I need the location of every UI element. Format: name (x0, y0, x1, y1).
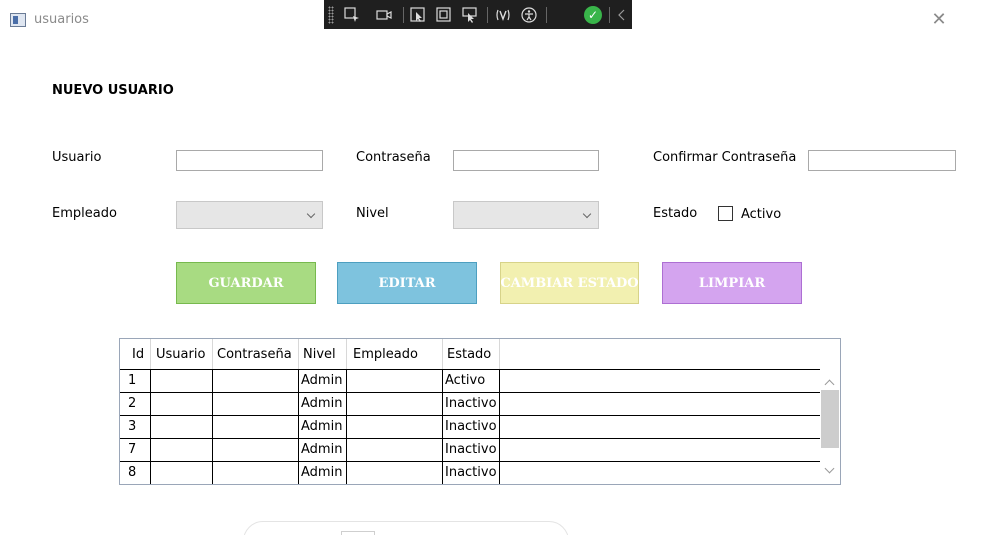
track-focus-icon[interactable] (462, 7, 478, 23)
record-icon[interactable] (376, 7, 392, 23)
cell-empleado (347, 370, 443, 392)
layout-icon[interactable] (436, 7, 452, 23)
column-header-id[interactable]: Id (132, 347, 144, 362)
table-row[interactable]: 7 Admin Inactivo (120, 438, 500, 461)
guardar-button[interactable]: GUARDAR (176, 262, 316, 304)
table-row[interactable]: 3 Admin Inactivo (120, 415, 500, 438)
usuario-input[interactable] (176, 150, 323, 171)
cell-nivel: Admin (299, 416, 347, 438)
window-title: usuarios (34, 12, 89, 27)
scroll-up-icon[interactable] (824, 379, 835, 390)
hot-reload-icon[interactable] (495, 7, 511, 23)
cell-id: 3 (120, 416, 151, 438)
cell-estado: Inactivo (443, 462, 500, 484)
cell-nivel: Admin (299, 370, 347, 392)
cell-id: 8 (120, 462, 151, 484)
cell-nivel: Admin (299, 393, 347, 415)
drag-grip-icon[interactable] (328, 6, 334, 24)
table-header: Id Usuario Contraseña Nivel Empleado Est… (120, 339, 822, 369)
cell-usuario (151, 439, 213, 461)
cell-contrasena (213, 462, 299, 484)
cell-estado: Inactivo (443, 393, 500, 415)
activo-checkbox[interactable] (718, 206, 733, 221)
cell-id: 2 (120, 393, 151, 415)
bottom-pager-control[interactable] (243, 521, 569, 535)
column-header-nivel[interactable]: Nivel (303, 347, 336, 362)
contrasena-input[interactable] (453, 150, 599, 171)
cambiar-estado-button[interactable]: CAMBIAR ESTADO (500, 262, 639, 304)
cell-nivel: Admin (299, 462, 347, 484)
cell-id: 1 (120, 370, 151, 392)
editar-button[interactable]: EDITAR (337, 262, 477, 304)
table-vertical-scrollbar[interactable] (820, 369, 840, 484)
usuario-label: Usuario (52, 150, 102, 165)
estado-label: Estado (653, 206, 698, 221)
cell-usuario (151, 393, 213, 415)
cell-contrasena (213, 370, 299, 392)
contrasena-label: Contraseña (356, 150, 431, 165)
cell-contrasena (213, 393, 299, 415)
cell-contrasena (213, 439, 299, 461)
limpiar-button[interactable]: LIMPIAR (662, 262, 802, 304)
cell-empleado (347, 393, 443, 415)
cell-nivel: Admin (299, 439, 347, 461)
status-ok-icon: ✓ (584, 6, 602, 24)
chevron-down-icon (582, 209, 592, 219)
pager-field[interactable] (341, 531, 375, 535)
cell-usuario (151, 462, 213, 484)
scroll-thumb[interactable] (821, 390, 839, 448)
table-row[interactable]: 1 Admin Activo (120, 369, 500, 392)
page-title: NUEVO USUARIO (52, 83, 174, 98)
empleado-select[interactable] (176, 201, 323, 229)
close-icon[interactable]: ✕ (929, 10, 949, 30)
confirmar-contrasena-input[interactable] (808, 150, 956, 171)
cell-usuario (151, 370, 213, 392)
usuarios-table[interactable]: Id Usuario Contraseña Nivel Empleado Est… (119, 338, 841, 485)
table-row[interactable]: 2 Admin Inactivo (120, 392, 500, 415)
pointer-icon[interactable] (410, 7, 426, 23)
table-row[interactable]: 8 Admin Inactivo (120, 461, 500, 484)
column-header-estado[interactable]: Estado (447, 347, 491, 362)
cell-id: 7 (120, 439, 151, 461)
column-header-empleado[interactable]: Empleado (353, 347, 418, 362)
empleado-label: Empleado (52, 206, 117, 221)
cell-estado: Inactivo (443, 416, 500, 438)
activo-label[interactable]: Activo (741, 207, 781, 222)
column-header-contrasena[interactable]: Contraseña (217, 347, 292, 362)
column-header-usuario[interactable]: Usuario (156, 347, 205, 362)
cell-usuario (151, 416, 213, 438)
nivel-select[interactable] (453, 201, 599, 229)
xaml-debug-toolbar: ✓ (324, 0, 632, 29)
accessibility-icon[interactable] (521, 7, 537, 23)
cell-contrasena (213, 416, 299, 438)
cell-empleado (347, 416, 443, 438)
nivel-label: Nivel (356, 206, 389, 221)
app-window-icon (10, 13, 26, 27)
collapse-icon[interactable] (614, 7, 630, 23)
scroll-down-icon[interactable] (824, 463, 835, 474)
select-element-icon[interactable] (344, 7, 360, 23)
chevron-down-icon (306, 209, 316, 219)
cell-empleado (347, 462, 443, 484)
cell-estado: Inactivo (443, 439, 500, 461)
cell-empleado (347, 439, 443, 461)
confirmar-contrasena-label: Confirmar Contraseña (653, 150, 797, 165)
cell-estado: Activo (443, 370, 500, 392)
